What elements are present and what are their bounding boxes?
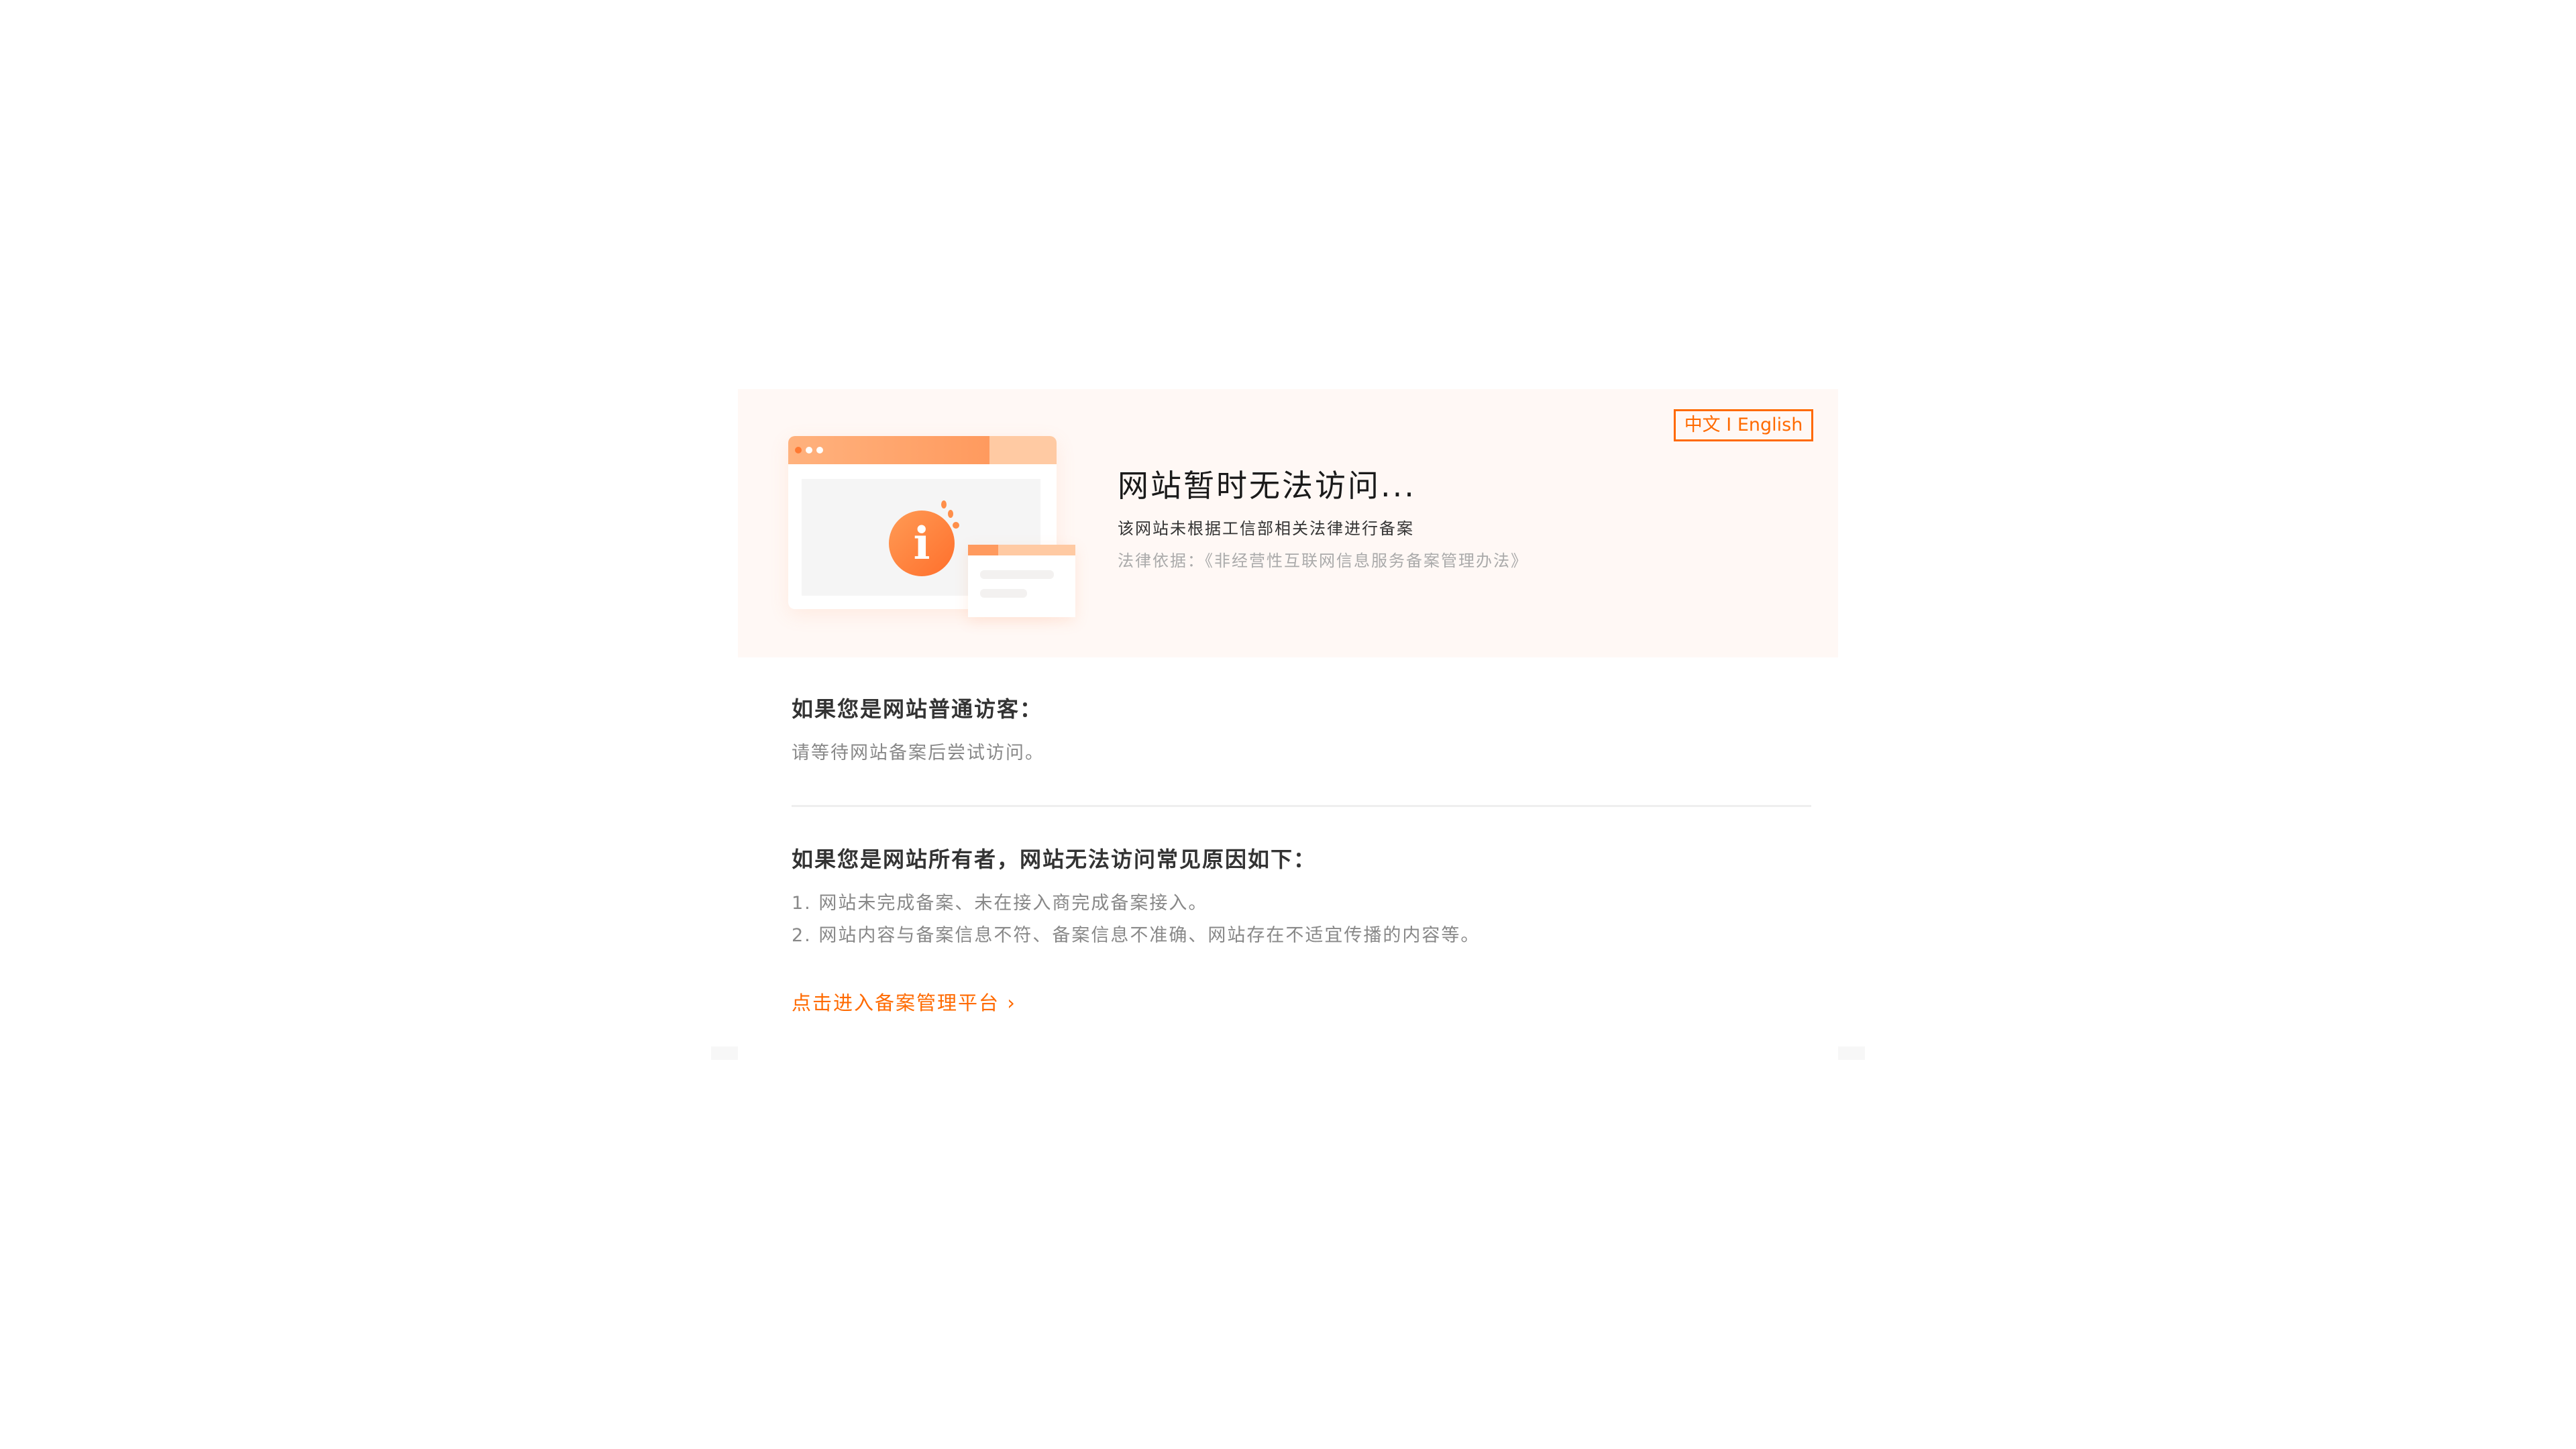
owner-heading: 如果您是网站所有者，网站无法访问常见原因如下： <box>792 847 1317 872</box>
language-switch-button[interactable]: 中文 I English <box>1674 409 1813 441</box>
browser-info-illustration: i <box>788 436 1083 637</box>
chevron-right-icon: › <box>1007 991 1016 1014</box>
reason-item: 1. 网站未完成备案、未在接入商完成备案接入。 <box>792 893 1208 914</box>
notice-description: 该网站未根据工信部相关法律进行备案 <box>1118 519 1414 538</box>
reason-item: 2. 网站内容与备案信息不符、备案信息不准确、网站存在不适宜传播的内容等。 <box>792 925 1481 946</box>
legal-basis: 法律依据：《非经营性互联网信息服务备案管理办法》 <box>1118 551 1528 570</box>
filing-platform-link[interactable]: 点击进入备案管理平台 › <box>792 987 1016 1016</box>
page-title: 网站暂时无法访问... <box>1118 468 1416 504</box>
info-icon: i <box>889 511 955 576</box>
notice-header: i 网站暂时无法访问... 该网站未根据工信部相关法律进行备案 法律依据：《非经… <box>738 389 1838 657</box>
link-label: 点击进入备案管理平台 <box>792 991 1000 1014</box>
card-shadow <box>711 1046 738 1060</box>
visitor-heading: 如果您是网站普通访客： <box>792 696 1043 722</box>
divider <box>792 805 1811 807</box>
popup-graphic <box>968 545 1075 617</box>
visitor-text: 请等待网站备案后尝试访问。 <box>792 743 1044 763</box>
card-shadow <box>1838 1046 1865 1060</box>
